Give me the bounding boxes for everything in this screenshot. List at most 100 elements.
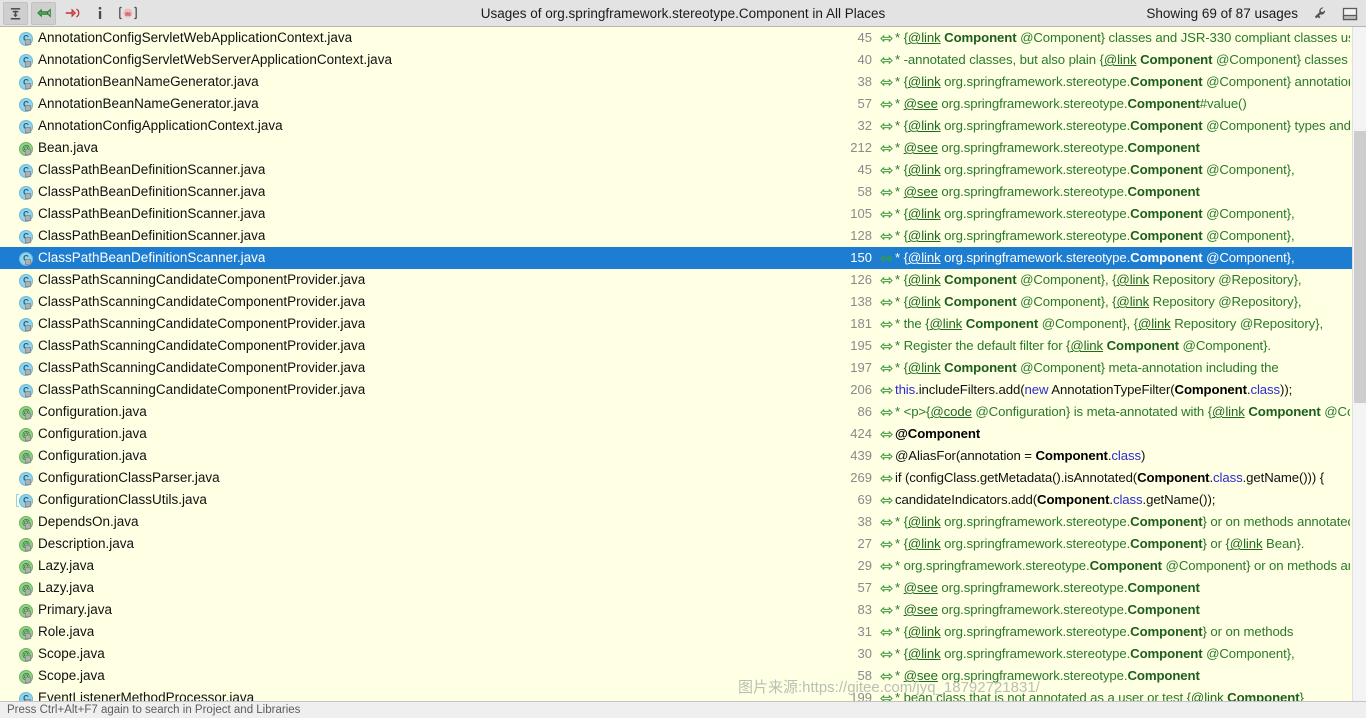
- usage-read-write-arrow-icon: [878, 121, 895, 132]
- usage-row[interactable]: C ClassPathScanningCandidateComponentProv…: [0, 291, 1352, 313]
- usage-row[interactable]: C ClassPathBeanDefinitionScanner.java 58 * …: [0, 181, 1352, 203]
- usage-row[interactable]: C EventListenerMethodProcessor.java 199 * b…: [0, 687, 1352, 701]
- usage-read-write-arrow-icon: [878, 407, 895, 418]
- usage-file-name: ClassPathBeanDefinitionScanner.java: [38, 162, 266, 177]
- open-in-window-icon[interactable]: [1340, 4, 1360, 24]
- usage-read-write-arrow-icon: [878, 429, 895, 440]
- usage-file-name: AnnotationConfigServletWebServerApplicat…: [38, 52, 392, 67]
- usage-file-name: ClassPathScanningCandidateComponentProvi…: [38, 360, 366, 375]
- class-file-icon: C: [19, 207, 34, 222]
- class-file-icon: C: [19, 317, 34, 332]
- usage-line-number: 69: [857, 492, 872, 507]
- usage-row[interactable]: C ClassPathBeanDefinitionScanner.java 105 *…: [0, 203, 1352, 225]
- class-file-icon: C: [19, 31, 34, 46]
- usage-row[interactable]: C ClassPathBeanDefinitionScanner.java 45 * …: [0, 159, 1352, 181]
- usage-read-write-arrow-icon: [878, 693, 895, 701]
- usage-code-cell: 29 * org.springframework.stereotype.Compo…: [840, 555, 1352, 577]
- settings-wrench-icon[interactable]: [1311, 4, 1331, 24]
- usage-row[interactable]: C ClassPathScanningCandidateComponentProv…: [0, 357, 1352, 379]
- usage-code-cell: 38 * {@link org.springframework.stereotyp…: [840, 511, 1352, 533]
- usage-line-number: 83: [857, 602, 872, 617]
- usage-row[interactable]: C AnnotationBeanNameGenerator.java 57 * @se…: [0, 93, 1352, 115]
- usages-list[interactable]: C AnnotationConfigServletWebApplicationCo…: [0, 27, 1352, 701]
- usage-code-snippet: * @see org.springframework.stereotype.Co…: [895, 580, 1200, 595]
- usage-row[interactable]: @ Role.java 31 * {@link org.springframework…: [0, 621, 1352, 643]
- expand-all-icon[interactable]: [3, 1, 28, 25]
- usage-code-cell: 38 * {@link org.springframework.stereotyp…: [840, 71, 1352, 93]
- usage-file-name: Configuration.java: [38, 448, 147, 463]
- annotation-file-icon: @: [19, 581, 34, 596]
- usage-read-write-arrow-icon: [878, 209, 895, 220]
- usage-read-write-arrow-icon: [878, 143, 895, 154]
- next-occurrence-icon[interactable]: [59, 2, 84, 25]
- usage-file-cell: C EventListenerMethodProcessor.java: [0, 687, 840, 701]
- class-file-icon: C: [19, 471, 34, 486]
- usage-code-cell: 128 * {@link org.springframework.stereoty…: [840, 225, 1352, 247]
- svg-text:m: m: [125, 11, 131, 18]
- usage-row[interactable]: @ Lazy.java 57 * @see org.springframework.s…: [0, 577, 1352, 599]
- usage-read-write-arrow-icon: [878, 341, 895, 352]
- usage-line-number: 40: [857, 52, 872, 67]
- usage-file-cell: C ConfigurationClassUtils.java: [0, 489, 840, 511]
- usage-code-snippet: * @see org.springframework.stereotype.Co…: [895, 96, 1247, 111]
- usage-row[interactable]: @ Description.java 27 * {@link org.springfr…: [0, 533, 1352, 555]
- usage-read-write-arrow-icon: [878, 495, 895, 506]
- usage-file-cell: @ Bean.java: [0, 137, 840, 159]
- usage-file-name: Configuration.java: [38, 426, 147, 441]
- usage-file-cell: C ClassPathScanningCandidateComponentProv…: [0, 335, 840, 357]
- vertical-scrollbar[interactable]: [1352, 27, 1366, 701]
- usage-line-number: 57: [857, 96, 872, 111]
- usage-code-cell: 57 * @see org.springframework.stereotype.…: [840, 93, 1352, 115]
- class-file-icon: C: [19, 251, 34, 266]
- usage-file-cell: C ClassPathBeanDefinitionScanner.java: [0, 159, 840, 181]
- usage-row[interactable]: C ClassPathScanningCandidateComponentProv…: [0, 313, 1352, 335]
- usage-read-write-arrow-icon: [878, 451, 895, 462]
- usage-row[interactable]: @ Bean.java 212 * @see org.springframework.…: [0, 137, 1352, 159]
- usage-file-cell: @ Scope.java: [0, 665, 840, 687]
- usage-row[interactable]: @ Lazy.java 29 * org.springframework.stereo…: [0, 555, 1352, 577]
- usage-code-snippet: * {@link org.springframework.stereotype.…: [895, 250, 1295, 265]
- usage-line-number: 38: [857, 74, 872, 89]
- usage-code-snippet: * {@link org.springframework.stereotype.…: [895, 162, 1295, 177]
- merge-icon[interactable]: m: [115, 2, 140, 25]
- usage-file-cell: C ClassPathBeanDefinitionScanner.java: [0, 181, 840, 203]
- usage-file-name: ClassPathScanningCandidateComponentProvi…: [38, 382, 366, 397]
- usage-row[interactable]: @ Configuration.java 439 @AliasFor(annotati…: [0, 445, 1352, 467]
- usage-code-cell: 439 @AliasFor(annotation = Component.clas…: [840, 445, 1352, 467]
- status-bar: Press Ctrl+Alt+F7 again to search in Pro…: [0, 701, 1366, 718]
- usage-row[interactable]: @ Configuration.java 424 @Component: [0, 423, 1352, 445]
- usage-row[interactable]: C ClassPathBeanDefinitionScanner.java 150 *…: [0, 247, 1352, 269]
- usage-row[interactable]: C ConfigurationClassUtils.java 69 candidate…: [0, 489, 1352, 511]
- usage-row[interactable]: C AnnotationConfigServletWebApplicationCo…: [0, 27, 1352, 49]
- usage-row[interactable]: C ClassPathScanningCandidateComponentProv…: [0, 269, 1352, 291]
- usage-file-name: ConfigurationClassUtils.java: [38, 492, 207, 507]
- usage-read-write-arrow-icon: [878, 539, 895, 550]
- usage-row[interactable]: C AnnotationConfigServletWebServerApplica…: [0, 49, 1352, 71]
- usage-file-name: Description.java: [38, 536, 135, 551]
- usage-line-number: 126: [850, 272, 872, 287]
- usage-file-cell: C ClassPathScanningCandidateComponentProv…: [0, 291, 840, 313]
- usage-row[interactable]: C AnnotationConfigApplicationContext.java…: [0, 115, 1352, 137]
- usage-row[interactable]: @ Configuration.java 86 * <p>{@code @Config…: [0, 401, 1352, 423]
- scrollbar-thumb[interactable]: [1354, 131, 1366, 403]
- usage-file-cell: C AnnotationBeanNameGenerator.java: [0, 71, 840, 93]
- usage-line-number: 206: [850, 382, 872, 397]
- usage-file-cell: C ClassPathBeanDefinitionScanner.java: [0, 225, 840, 247]
- usage-row[interactable]: C ClassPathScanningCandidateComponentProv…: [0, 335, 1352, 357]
- usage-file-cell: @ Configuration.java: [0, 423, 840, 445]
- usage-file-cell: @ Scope.java: [0, 643, 840, 665]
- usage-row[interactable]: @ Primary.java 83 * @see org.springframewor…: [0, 599, 1352, 621]
- info-icon[interactable]: [87, 2, 112, 25]
- usage-code-snippet: candidateIndicators.add(Component.class.…: [895, 492, 1216, 507]
- usage-row[interactable]: @ Scope.java 58 * @see org.springframework.…: [0, 665, 1352, 687]
- usage-row[interactable]: C ClassPathScanningCandidateComponentProv…: [0, 379, 1352, 401]
- usage-code-snippet: * {@link Component @Component}, {@link R…: [895, 294, 1302, 309]
- usage-file-name: ClassPathScanningCandidateComponentProvi…: [38, 272, 366, 287]
- usage-row[interactable]: C ClassPathBeanDefinitionScanner.java 128 *…: [0, 225, 1352, 247]
- usage-row[interactable]: C AnnotationBeanNameGenerator.java 38 * {@l…: [0, 71, 1352, 93]
- usage-row[interactable]: C ConfigurationClassParser.java 269 if (con…: [0, 467, 1352, 489]
- usage-row[interactable]: @ DependsOn.java 38 * {@link org.springfram…: [0, 511, 1352, 533]
- previous-occurrence-icon[interactable]: [31, 1, 56, 25]
- usage-row[interactable]: @ Scope.java 30 * {@link org.springframewor…: [0, 643, 1352, 665]
- usage-read-write-arrow-icon: [878, 605, 895, 616]
